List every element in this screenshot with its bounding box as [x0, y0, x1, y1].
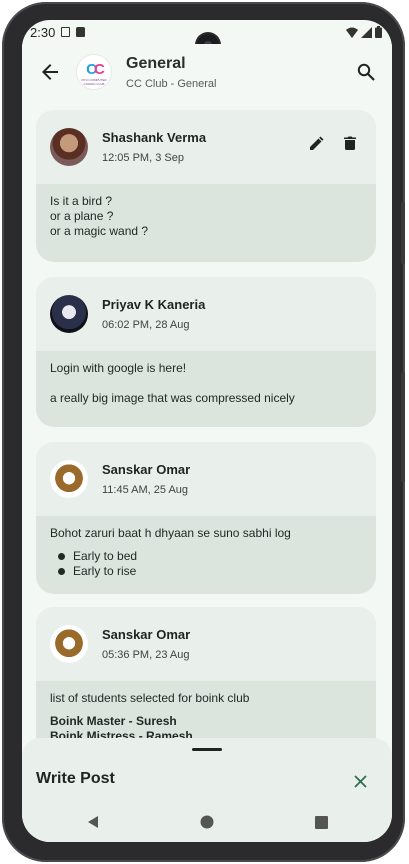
- nav-home-icon: [200, 815, 214, 829]
- post-card[interactable]: Sanskar Omar 11:45 AM, 25 Aug Bohot zaru…: [36, 442, 376, 594]
- sd-card-icon: [76, 27, 86, 37]
- status-time: 2:30: [30, 24, 56, 40]
- post-body: Login with google is here! a really big …: [36, 351, 376, 420]
- logo-subtext: IIIT-D COMPUTER CODING CLUB: [81, 78, 107, 86]
- post-author: Shashank Verma: [102, 130, 207, 145]
- signal-icon: [361, 26, 372, 38]
- post-author: Sanskar Omar: [102, 627, 191, 642]
- nav-recents-button[interactable]: [309, 810, 333, 834]
- nav-home-button[interactable]: [195, 810, 219, 834]
- back-button[interactable]: [30, 52, 70, 92]
- club-logo: CC IIIT-D COMPUTER CODING CLUB: [76, 54, 112, 90]
- post-line: Is it a bird ?: [50, 194, 113, 208]
- post-header: Priyav K Kaneria 06:02 PM, 28 Aug: [36, 277, 376, 351]
- avatar: [50, 295, 88, 333]
- battery-icon: [375, 26, 382, 38]
- bullet-list: Early to bed Early to rise: [50, 549, 362, 579]
- post-timestamp: 05:36 PM, 23 Aug: [102, 649, 190, 661]
- avatar: [50, 128, 88, 166]
- post-author: Priyav K Kaneria: [102, 297, 206, 312]
- post-body: Is it a bird ? or a plane ? or a magic w…: [36, 184, 376, 253]
- post-header: Sanskar Omar 05:36 PM, 23 Aug: [36, 607, 376, 681]
- post-line: or a plane ?: [50, 209, 114, 223]
- phone-frame: 2:30 CC IIIT-D COMPUTER CODING CLUB Gene…: [2, 2, 405, 862]
- delete-icon: [344, 136, 356, 150]
- avatar: [50, 625, 88, 663]
- wifi-icon: [346, 27, 358, 38]
- write-post-sheet[interactable]: Write Post: [22, 738, 392, 812]
- search-icon: [357, 63, 375, 81]
- volume-button: [401, 372, 405, 482]
- post-card[interactable]: Priyav K Kaneria 06:02 PM, 28 Aug Login …: [36, 277, 376, 427]
- post-author: Sanskar Omar: [102, 462, 191, 477]
- list-item: Early to bed: [50, 549, 362, 564]
- system-nav-bar: [22, 802, 392, 842]
- list-item: Early to rise: [50, 564, 362, 579]
- title-block: General CC Club - General: [126, 55, 216, 90]
- nav-back-button[interactable]: [81, 810, 105, 834]
- post-timestamp: 12:05 PM, 3 Sep: [102, 152, 184, 164]
- edit-icon: [310, 136, 324, 150]
- post-header: Sanskar Omar 11:45 AM, 25 Aug: [36, 442, 376, 516]
- edit-button[interactable]: [310, 136, 324, 155]
- nav-recents-icon: [314, 815, 328, 829]
- app-bar: CC IIIT-D COMPUTER CODING CLUB General C…: [22, 44, 392, 100]
- post-line: or a magic wand ?: [50, 224, 149, 238]
- post-line: a really big image that was compressed n…: [50, 391, 295, 405]
- post-card[interactable]: Shashank Verma 12:05 PM, 3 Sep Is it a b…: [36, 110, 376, 262]
- close-icon: [353, 774, 367, 788]
- page-subtitle: CC Club - General: [126, 77, 217, 90]
- search-button[interactable]: [346, 52, 386, 92]
- logo-text: CC: [86, 60, 105, 78]
- post-line: Bohot zaruri baat h dhyaan se suno sabhi…: [50, 526, 291, 540]
- post-body: Bohot zaruri baat h dhyaan se suno sabhi…: [36, 516, 376, 593]
- back-arrow-icon: [42, 64, 58, 80]
- delete-button[interactable]: [344, 136, 356, 155]
- post-timestamp: 11:45 AM, 25 Aug: [102, 484, 189, 496]
- close-button[interactable]: [348, 769, 372, 793]
- post-header: Shashank Verma 12:05 PM, 3 Sep: [36, 110, 376, 184]
- screen: 2:30 CC IIIT-D COMPUTER CODING CLUB Gene…: [22, 20, 392, 842]
- post-timestamp: 06:02 PM, 28 Aug: [102, 319, 190, 331]
- post-line: [50, 376, 362, 391]
- avatar: [50, 460, 88, 498]
- post-line: Login with google is here!: [50, 361, 187, 375]
- notification-a-icon: [61, 27, 71, 37]
- sheet-title: Write Post: [36, 770, 115, 787]
- drag-handle[interactable]: [192, 748, 222, 751]
- page-title: General: [126, 54, 186, 72]
- post-line: list of students selected for boink club: [50, 691, 250, 705]
- power-button: [401, 202, 405, 264]
- nav-back-icon: [88, 816, 98, 828]
- post-line: Boink Master - Suresh: [50, 714, 177, 728]
